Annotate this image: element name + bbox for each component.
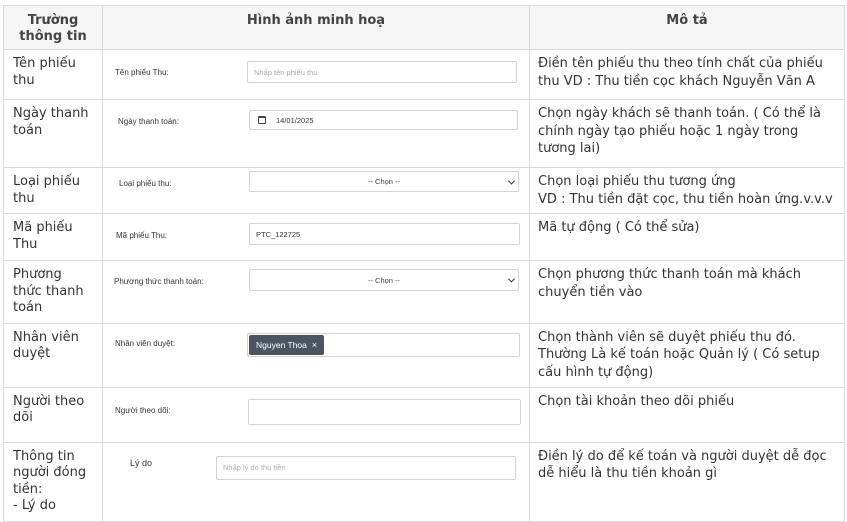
description: Điền lý do để kế toán và người duyệt dễ …	[529, 441, 845, 522]
description: Mã tự động ( Có thể sửa)	[529, 213, 845, 261]
select-value: -- Chọn --	[367, 177, 401, 186]
form-label: Loại phiếu thu:	[119, 179, 172, 188]
approver-tag: Nguyen Thoa ×	[249, 334, 325, 355]
illustration-cell: Mã phiếu Thu: PTC_122725	[102, 213, 530, 261]
form-label: Lý do	[130, 457, 153, 468]
field-name: Người theo dõi	[3, 386, 103, 443]
table-row: Tên phiếu thu Tên phiếu Thu: Nhập tên ph…	[3, 49, 845, 100]
field-name: Mã phiếu Thu	[3, 213, 103, 261]
chevron-down-icon	[507, 176, 516, 185]
illustration-cell: Loại phiếu thu: -- Chọn --	[102, 167, 530, 214]
illustration-cell: Người theo dõi:	[102, 386, 530, 443]
table-header-row: Trường thông tin Hình ảnh minh hoạ Mô tả	[3, 5, 845, 50]
form-label: Mã phiếu Thu:	[116, 231, 167, 240]
payment-date-value: 14/01/2025	[276, 115, 314, 125]
approver-tag-label: Nguyen Thoa	[256, 339, 307, 350]
table-row: Loại phiếu thu Loại phiếu thu: -- Chọn -…	[3, 167, 845, 214]
form-label: Tên phiếu Thu:	[115, 68, 169, 77]
receipt-type-select[interactable]: -- Chọn --	[249, 171, 519, 192]
receipt-name-input[interactable]: Nhập tên phiếu thu	[247, 61, 517, 83]
table-row: Phương thức thanh toán Phương thức thanh…	[3, 260, 845, 324]
table-row: Nhân viên duyệt Nhân viên duyệt: Nguyen …	[3, 322, 845, 388]
calendar-icon	[258, 116, 266, 124]
header-field-label: Trường thông tin	[19, 13, 87, 44]
field-name: Loại phiếu thu	[3, 167, 103, 214]
field-name: Phương thức thanh toán	[3, 260, 103, 324]
reason-input[interactable]: Nhập lý do thu tiền	[216, 455, 516, 480]
description: Điền tên phiếu thu theo tính chất của ph…	[529, 49, 845, 100]
description: Chọn tài khoản theo dõi phiếu	[529, 386, 845, 443]
payment-date-input[interactable]: 14/01/2025	[249, 110, 518, 130]
table-row: Người theo dõi Người theo dõi: Chọn tài …	[3, 386, 845, 443]
description: Chọn phương thức thanh toán mà khách chu…	[529, 260, 845, 324]
form-label: Phương thức thanh toán:	[114, 277, 204, 286]
header-illustration: Hình ảnh minh hoạ	[102, 5, 530, 50]
illustration-cell: Nhân viên duyệt: Nguyen Thoa ×	[102, 322, 530, 388]
illustration-cell: Lý do Nhập lý do thu tiền	[102, 441, 530, 522]
table-row: Ngày thanh toán Ngày thanh toán: 14/01/2…	[3, 99, 845, 168]
remove-tag-icon[interactable]: ×	[312, 340, 317, 350]
header-field: Trường thông tin	[3, 5, 103, 50]
receipt-code-input[interactable]: PTC_122725	[249, 223, 520, 245]
field-name: Ngày thanh toán	[3, 99, 103, 168]
illustration-cell: Phương thức thanh toán: -- Chọn --	[102, 260, 530, 324]
field-description-table: Trường thông tin Hình ảnh minh hoạ Mô tả…	[3, 5, 845, 522]
description: Chọn thành viên sẽ duyệt phiếu thu đó. T…	[529, 322, 845, 388]
select-value: -- Chọn --	[367, 275, 401, 285]
chevron-down-icon	[507, 275, 516, 283]
form-label: Ngày thanh toán:	[118, 117, 179, 126]
field-name: Thông tin người đóng tiền: - Lý do	[3, 441, 103, 522]
illustration-cell: Tên phiếu Thu: Nhập tên phiếu thu	[102, 49, 530, 100]
payment-method-select[interactable]: -- Chọn --	[249, 269, 519, 291]
table-row: Mã phiếu Thu Mã phiếu Thu: PTC_122725 Mã…	[3, 213, 845, 261]
illustration-cell: Ngày thanh toán: 14/01/2025	[102, 99, 530, 168]
form-label: Người theo dõi:	[115, 405, 171, 415]
description: Chọn ngày khách sẽ thanh toán. ( Có thể …	[529, 99, 845, 168]
description: Chọn loại phiếu thu tương ứng VD : Thu t…	[529, 167, 845, 214]
field-name: Tên phiếu thu	[3, 49, 103, 100]
header-description: Mô tả	[529, 5, 845, 50]
table-row: Thông tin người đóng tiền: - Lý do Lý do…	[3, 441, 845, 522]
form-label: Nhân viên duyệt:	[115, 338, 176, 348]
field-name: Nhân viên duyệt	[3, 322, 103, 388]
follower-input[interactable]	[248, 398, 521, 425]
